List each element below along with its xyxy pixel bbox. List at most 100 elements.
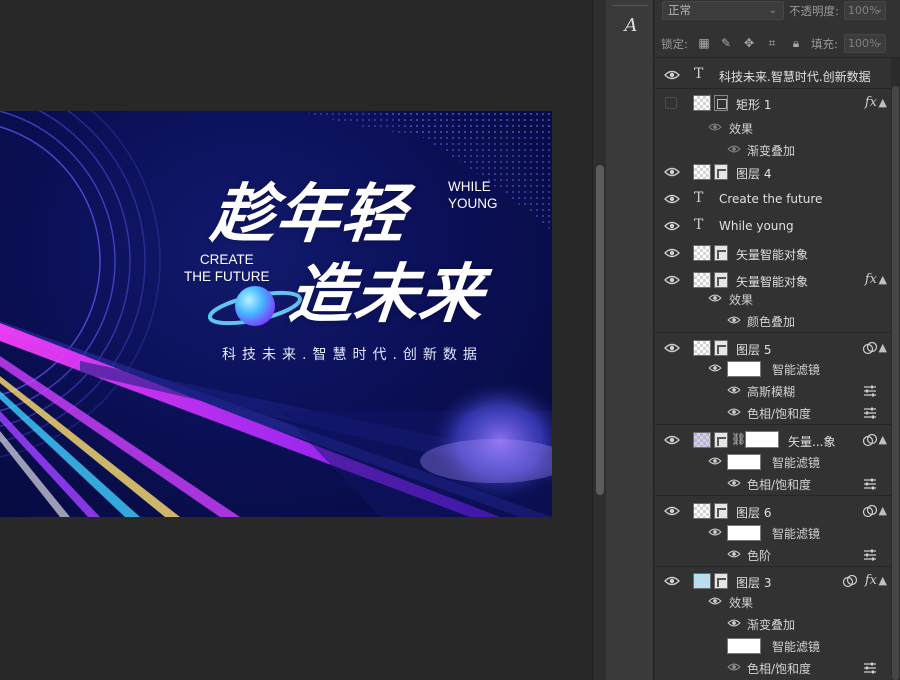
filter-options-icon[interactable] (863, 549, 877, 561)
eye-icon[interactable] (727, 144, 743, 156)
effect-name: 渐变叠加 (747, 144, 796, 158)
lock-row: 锁定: ▦ ✎ ✥ ⌗ 🔒︎ 填充: 100% ⌄ (655, 30, 900, 58)
eye-icon[interactable] (664, 220, 680, 232)
layer-mask-thumbnail[interactable] (745, 431, 779, 448)
artwork-subtitle: 科技未来.智慧时代.创新数据 (222, 347, 483, 363)
eye-icon[interactable] (727, 662, 743, 674)
text-layer-icon: T (694, 66, 704, 82)
layer-name[interactable]: 图层 3 (736, 574, 771, 591)
eye-icon[interactable] (708, 527, 724, 539)
layer-name[interactable]: 图层 5 (736, 341, 771, 358)
layer-thumbnail (693, 164, 728, 180)
layer-name[interactable]: While young (719, 219, 794, 233)
smart-filter-icon[interactable] (863, 505, 877, 518)
eye-icon[interactable] (708, 596, 724, 608)
layer-row[interactable]: T 科技未来.智慧时代.创新数据 (655, 61, 891, 89)
layer-row[interactable]: 矢量智能对象 (655, 239, 891, 267)
canvas-area[interactable]: 趁年轻 造未来 WHILE YOUNG CREATE THE FUTURE 科技… (0, 0, 592, 680)
eye-icon[interactable] (664, 434, 680, 446)
lock-position-icon[interactable]: ✥ (742, 36, 756, 50)
layer-name[interactable]: 矢量...象 (788, 433, 835, 450)
smart-filter-icon[interactable] (863, 434, 877, 447)
lock-artboard-icon[interactable]: ⌗ (765, 36, 779, 50)
filter-options-icon[interactable] (863, 407, 877, 419)
eye-icon[interactable] (727, 315, 743, 327)
eye-icon[interactable] (664, 166, 680, 178)
lock-all-icon[interactable]: 🔒︎ (789, 36, 803, 50)
layer-name[interactable]: 矩形 1 (736, 96, 771, 113)
filter-options-icon[interactable] (863, 478, 877, 490)
eye-icon[interactable] (664, 247, 680, 259)
layer-row[interactable]: 图层 6 ▲ (655, 497, 891, 525)
collapse-icon[interactable]: ▲ (879, 273, 887, 286)
canvas-scrollbar-thumb[interactable] (596, 165, 604, 495)
layer-thumbnail (693, 573, 728, 589)
layer-thumbnail (693, 272, 728, 288)
filter-item: 色阶 (655, 544, 891, 567)
collapse-icon[interactable]: ▲ (879, 504, 887, 517)
eye-icon[interactable] (727, 385, 743, 397)
tool-strip-divider (612, 5, 648, 7)
eye-icon[interactable] (727, 549, 743, 561)
effects-label: 效果 (729, 596, 754, 610)
canvas-scrollbar[interactable] (592, 0, 606, 680)
layer-name[interactable]: Create the future (719, 192, 822, 206)
eye-icon[interactable] (664, 575, 680, 587)
character-panel-icon[interactable]: A (620, 14, 642, 38)
eye-icon[interactable] (727, 618, 743, 630)
blend-mode-select[interactable]: 正常 ⌄ (662, 1, 784, 20)
smart-filters-label: 智能滤镜 (772, 363, 821, 377)
eye-icon[interactable] (708, 122, 724, 134)
filter-options-icon[interactable] (863, 662, 877, 674)
visibility-toggle-off[interactable] (665, 97, 677, 109)
while-young-text: WHILE YOUNG (448, 178, 498, 212)
layer-row[interactable]: T Create the future (655, 185, 891, 213)
eye-icon[interactable] (708, 363, 724, 375)
title-line-1: 趁年轻 (207, 178, 411, 252)
filter-mask-thumbnail[interactable] (727, 454, 761, 470)
artboard-image[interactable]: 趁年轻 造未来 WHILE YOUNG CREATE THE FUTURE 科技… (0, 111, 552, 517)
eye-icon[interactable] (664, 274, 680, 286)
eye-icon[interactable] (727, 407, 743, 419)
eye-icon[interactable] (664, 69, 680, 81)
eye-icon[interactable] (708, 293, 724, 305)
filter-mask-thumbnail[interactable] (727, 361, 761, 377)
eye-icon[interactable] (664, 342, 680, 354)
lock-transparent-pixels-icon[interactable]: ▦ (697, 36, 711, 50)
smart-filter-icon[interactable] (843, 575, 857, 588)
smart-filters-label: 智能滤镜 (772, 456, 821, 470)
collapse-icon[interactable]: ▲ (879, 574, 887, 587)
opacity-field[interactable]: 100% ⌄ (844, 1, 886, 20)
layer-name[interactable]: 图层 6 (736, 504, 771, 521)
layer-row[interactable]: ⛓ 矢量...象 ▲ (655, 426, 891, 454)
layers-scrollbar[interactable] (891, 58, 900, 680)
fx-icon[interactable]: fx (865, 272, 877, 287)
collapse-icon[interactable]: ▲ (879, 96, 887, 109)
layer-name[interactable]: 图层 4 (736, 165, 771, 182)
filter-mask-thumbnail[interactable] (727, 525, 761, 541)
smart-object-icon (714, 573, 728, 589)
layer-name[interactable]: 矢量智能对象 (736, 246, 808, 263)
fx-icon[interactable]: fx (865, 95, 877, 110)
eye-icon[interactable] (708, 456, 724, 468)
fx-icon[interactable]: fx (865, 573, 877, 588)
layer-thumbnail (693, 95, 728, 111)
smart-filter-icon[interactable] (863, 342, 877, 355)
link-chain-icon[interactable]: ⛓ (731, 432, 746, 446)
collapse-icon[interactable]: ▲ (879, 433, 887, 446)
filter-mask-thumbnail[interactable] (727, 638, 761, 654)
eye-icon[interactable] (664, 193, 680, 205)
fill-field[interactable]: 100% ⌄ (844, 34, 886, 53)
layer-name[interactable]: 科技未来.智慧时代.创新数据 (719, 68, 871, 85)
layers-scrollbar-thumb[interactable] (892, 86, 899, 680)
filter-options-icon[interactable] (863, 385, 877, 397)
collapse-icon[interactable]: ▲ (879, 341, 887, 354)
blend-row: 正常 ⌄ 不透明度: 100% ⌄ (655, 0, 900, 30)
layer-row[interactable]: 图层 4 (655, 158, 891, 186)
layer-row[interactable]: T While young (655, 212, 891, 240)
eye-icon[interactable] (727, 478, 743, 490)
smart-filters-label: 智能滤镜 (772, 640, 821, 654)
layer-row[interactable]: 矩形 1 fx ▲ (655, 89, 891, 117)
lock-image-pixels-icon[interactable]: ✎ (719, 36, 733, 50)
eye-icon[interactable] (664, 505, 680, 517)
